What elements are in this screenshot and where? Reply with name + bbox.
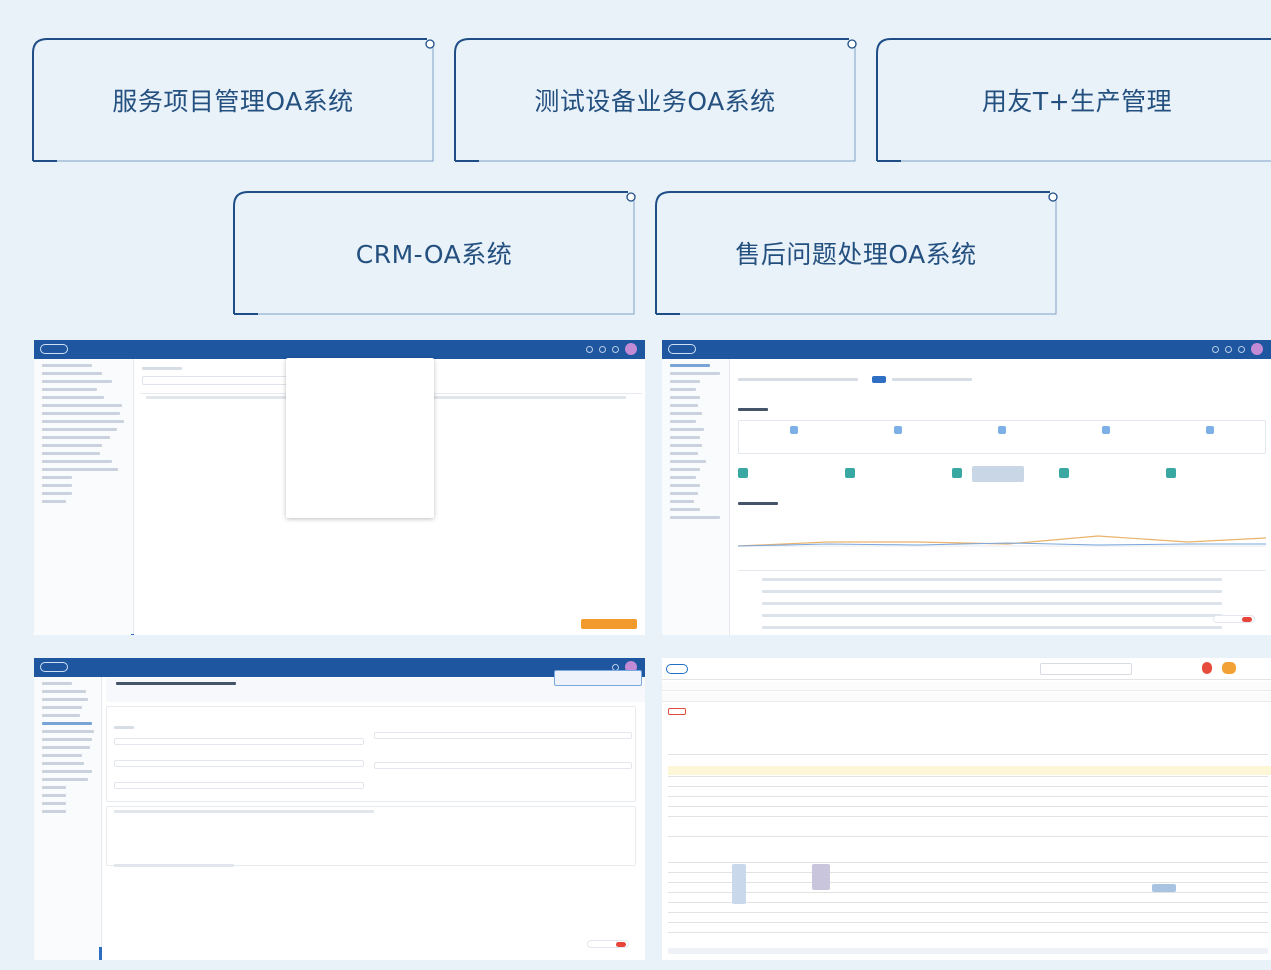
system-card-crm-oa[interactable]: CRM-OA系统	[232, 190, 636, 316]
search-icon	[586, 345, 593, 353]
avatar	[1251, 343, 1263, 355]
notification-icon	[612, 345, 619, 353]
system-card-test-equipment-oa[interactable]: 测试设备业务OA系统	[453, 37, 857, 163]
oa-approval-form-screenshot	[34, 658, 645, 960]
card-label: 服务项目管理OA系统	[112, 87, 354, 116]
avatar	[625, 343, 637, 355]
work-bench-button[interactable]	[581, 619, 637, 629]
system-card-service-project-oa[interactable]: 服务项目管理OA系统	[31, 37, 435, 163]
app-logo	[668, 344, 696, 354]
erp-header	[662, 658, 1271, 680]
work-bench-badge[interactable]	[1213, 615, 1255, 623]
card-label: 用友T+生产管理	[981, 87, 1173, 116]
card-label: CRM-OA系统	[355, 240, 513, 269]
dropdown-menu	[286, 358, 434, 518]
settings-icon	[599, 345, 606, 353]
app-logo	[40, 662, 68, 672]
sidebar-scrollbar	[131, 634, 134, 635]
app-header	[662, 340, 1271, 359]
trend-line-chart	[738, 535, 1266, 547]
yonyou-tplus-production-screenshot	[662, 658, 1271, 960]
work-bench-badge[interactable]	[587, 940, 629, 948]
card-label: 售后问题处理OA系统	[735, 240, 977, 269]
search-icon	[1212, 345, 1219, 353]
system-card-after-sales-oa[interactable]: 售后问题处理OA系统	[654, 190, 1058, 316]
sidebar	[34, 677, 102, 960]
settings-icon	[1225, 345, 1232, 353]
app-logo	[40, 344, 68, 354]
sidebar	[662, 359, 730, 635]
app-header	[34, 340, 645, 359]
oa-service-project-screenshot	[34, 340, 645, 635]
sidebar	[34, 359, 134, 635]
notification-icon	[1238, 345, 1245, 353]
oa-dashboard-screenshot	[662, 340, 1271, 635]
card-label: 测试设备业务OA系统	[534, 87, 776, 116]
system-card-yonyou-tplus[interactable]: 用友T+生产管理	[875, 37, 1271, 163]
